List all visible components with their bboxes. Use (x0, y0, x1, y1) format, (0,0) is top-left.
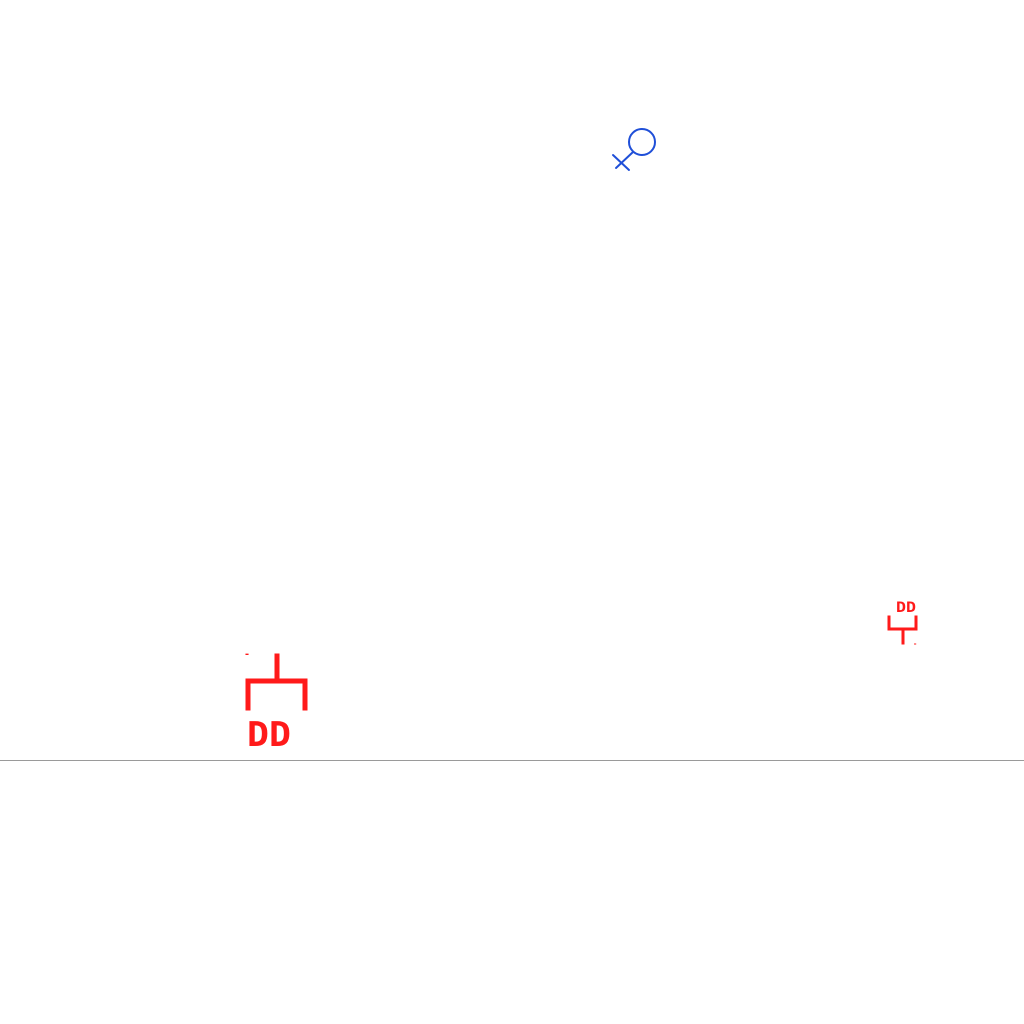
scene-canvas: - DD DD - (0, 128, 1024, 761)
branch-large-icon (245, 653, 308, 711)
branch-small-label: DD (896, 600, 916, 616)
branch-small-bar (887, 615, 918, 631)
branch-small-icon (887, 615, 918, 645)
branch-large-label: DD (247, 715, 291, 755)
branch-small-tick: - (913, 640, 917, 648)
branch-large-tick: - (244, 649, 250, 660)
female-symbol-icon (612, 128, 656, 171)
branch-large-bar (245, 678, 308, 711)
